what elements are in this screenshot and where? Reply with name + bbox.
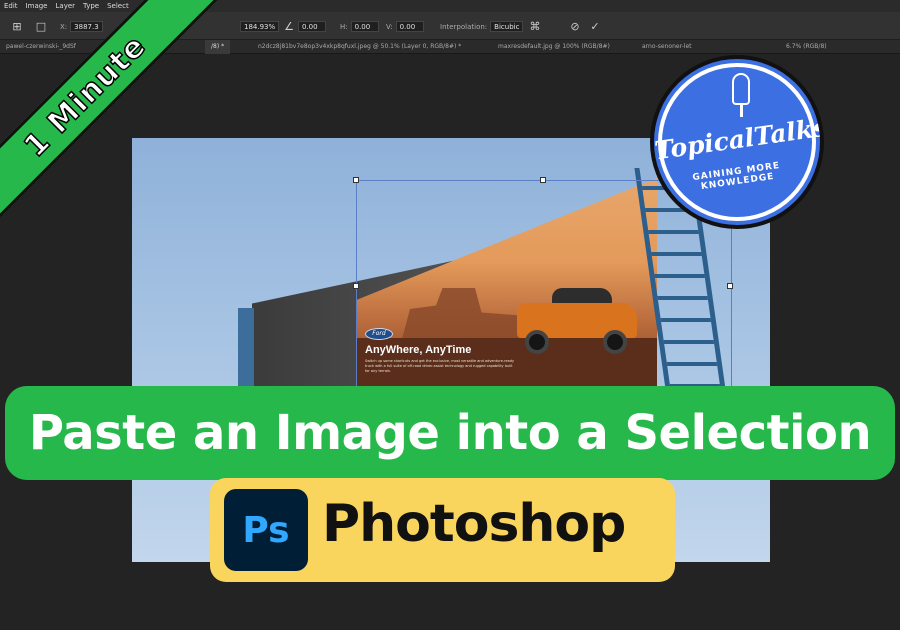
photoshop-icon: Ps — [224, 489, 308, 571]
width-percent-field[interactable]: 184.93% — [240, 21, 280, 32]
transform-handle[interactable] — [353, 177, 359, 183]
move-tool-icon[interactable]: ⊞ — [10, 20, 24, 34]
warp-icon[interactable]: ⌘ — [528, 20, 542, 34]
tab-document[interactable]: n2dcz8j81bv7e8op3v4xkp8qfuxl.jpeg @ 50.1… — [252, 40, 467, 54]
billboard-pole — [238, 308, 254, 398]
transform-bounding-box[interactable] — [353, 177, 733, 390]
menu-type[interactable]: Type — [83, 0, 99, 12]
app-banner: Ps Photoshop — [210, 478, 675, 582]
transform-handle[interactable] — [353, 283, 359, 289]
transform-handle[interactable] — [540, 177, 546, 183]
menu-edit[interactable]: Edit — [4, 0, 18, 12]
cancel-transform-icon[interactable]: ⊘ — [568, 20, 582, 34]
microphone-icon — [732, 73, 750, 105]
topical-talks-logo: TopicalTalks GAINING MORE KNOWLEDGE — [650, 55, 824, 229]
tab-document[interactable]: arno-senoner-let — [636, 40, 698, 54]
commit-transform-icon[interactable]: ✓ — [588, 20, 602, 34]
tab-document[interactable]: /8) * — [205, 40, 231, 54]
transform-handle[interactable] — [727, 283, 733, 289]
video-title: Paste an Image into a Selection — [28, 405, 872, 461]
x-field[interactable]: X: 3887.3 — [60, 21, 103, 32]
v-skew-field[interactable]: V: 0.00 — [386, 21, 424, 32]
interpolation-select[interactable]: Interpolation: Bicubic — [440, 21, 524, 32]
angle-icon: ∠ — [284, 20, 294, 33]
app-name: Photoshop — [322, 494, 626, 554]
reference-point-icon[interactable]: □ — [34, 20, 48, 34]
h-skew-field[interactable]: H: 0.00 — [340, 21, 379, 32]
menu-select[interactable]: Select — [107, 0, 129, 12]
menu-layer[interactable]: Layer — [56, 0, 76, 12]
tab-document[interactable]: maxresdefault.jpg @ 100% (RGB/8#) — [492, 40, 616, 54]
menu-image[interactable]: Image — [26, 0, 48, 12]
angle-field[interactable]: 0.00 — [298, 21, 326, 32]
tab-document[interactable]: 6.7% (RGB/8) — [780, 40, 833, 54]
title-banner: Paste an Image into a Selection — [5, 386, 895, 480]
tab-document[interactable]: pawel-czerwinski-_9dSf — [0, 40, 82, 54]
